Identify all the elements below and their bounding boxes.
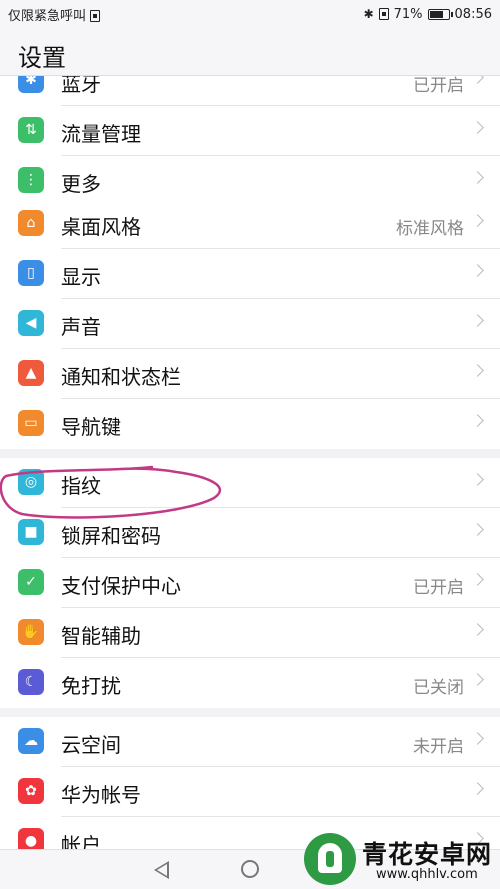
fingerprint-icon: ◎ — [18, 469, 44, 495]
settings-item-cloud[interactable]: ☁ 云空间 未开启 — [0, 717, 500, 767]
watermark-title: 青花安卓网 — [362, 840, 493, 869]
settings-item-label: 桌面风格 — [61, 215, 141, 239]
settings-item-bell[interactable]: ▲ 通知和状态栏 — [0, 349, 500, 399]
chevron-right-icon — [471, 414, 484, 427]
settings-item-lock[interactable]: ■ 锁屏和密码 — [0, 508, 500, 558]
settings-item-label: 免打扰 — [61, 674, 121, 698]
settings-item-value: 未开启 — [413, 737, 464, 757]
home-icon: ⌂ — [18, 210, 44, 236]
clock: 08:56 — [454, 6, 492, 22]
status-left: 仅限紧急呼叫 — [8, 5, 101, 24]
settings-list[interactable]: ✱ 蓝牙 已开启 ⇅ 流量管理 ⋮ 更多 ⌂ 桌面风格 标准风格 ▯ 显示 ◀ 声音 ▲ 通知和状态栏 ▭ 导航键… — [0, 76, 500, 849]
settings-item-value: 标准风格 — [396, 219, 464, 239]
more-dots-icon: ⋮ — [18, 167, 44, 193]
settings-item-label: 流量管理 — [61, 122, 141, 146]
back-icon[interactable] — [154, 861, 169, 879]
settings-item-home[interactable]: ⌂ 桌面风格 标准风格 — [0, 199, 500, 249]
chevron-right-icon — [471, 523, 484, 536]
settings-item-label: 锁屏和密码 — [61, 524, 161, 548]
settings-item-label: 通知和状态栏 — [61, 365, 181, 389]
chevron-right-icon — [471, 782, 484, 795]
cloud-icon: ☁ — [18, 728, 44, 754]
lock-icon: ■ — [18, 519, 44, 545]
settings-item-label: 导航键 — [61, 415, 121, 439]
status-bar: 仅限紧急呼叫 ✱ 71% 08:56 — [0, 0, 500, 28]
settings-item-display[interactable]: ▯ 显示 — [0, 249, 500, 299]
display-icon: ▯ — [18, 260, 44, 286]
settings-item-hand[interactable]: ✋ 智能辅助 — [0, 608, 500, 658]
watermark: 青花安卓网 www.qhhlv.com — [302, 831, 492, 887]
settings-item-label: 帐户 — [61, 833, 101, 849]
chevron-right-icon — [471, 623, 484, 636]
watermark-logo — [304, 833, 356, 885]
hand-icon: ✋ — [18, 619, 44, 645]
settings-item-huawei-logo[interactable]: ✿ 华为帐号 — [0, 767, 500, 817]
settings-item-value: 已关闭 — [413, 678, 464, 698]
battery-icon — [427, 8, 453, 20]
account-icon: ● — [18, 828, 44, 849]
chevron-right-icon — [471, 264, 484, 277]
chevron-right-icon — [471, 673, 484, 686]
settings-item-value: 已开启 — [413, 578, 464, 598]
data-usage-icon: ⇅ — [18, 117, 44, 143]
settings-item-bluetooth[interactable]: ✱ 蓝牙 已开启 — [0, 76, 500, 106]
chevron-right-icon — [471, 314, 484, 327]
settings-group: ◎ 指纹 ■ 锁屏和密码 ✓ 支付保护中心 已开启 ✋ 智能辅助 ☾ 免打扰 已关闭 — [0, 458, 500, 708]
settings-item-label: 云空间 — [61, 733, 121, 757]
settings-item-label: 显示 — [61, 265, 101, 289]
battery-percent: 71% — [393, 6, 423, 22]
settings-item-fingerprint[interactable]: ◎ 指纹 — [0, 458, 500, 508]
watermark-url: www.qhhlv.com — [376, 867, 478, 882]
chevron-right-icon — [471, 214, 484, 227]
settings-item-label: 支付保护中心 — [61, 574, 181, 598]
moon-icon: ☾ — [18, 669, 44, 695]
page-title: 设置 — [18, 44, 66, 72]
settings-group: ⌂ 桌面风格 标准风格 ▯ 显示 ◀ 声音 ▲ 通知和状态栏 ▭ 导航键 — [0, 199, 500, 449]
settings-item-value: 已开启 — [413, 76, 464, 96]
carrier-text: 仅限紧急呼叫 — [8, 8, 87, 24]
chevron-right-icon — [471, 732, 484, 745]
settings-item-label: 华为帐号 — [61, 783, 141, 807]
chevron-right-icon — [471, 121, 484, 134]
settings-item-label: 智能辅助 — [61, 624, 141, 648]
settings-item-moon[interactable]: ☾ 免打扰 已关闭 — [0, 658, 500, 708]
chevron-right-icon — [471, 573, 484, 586]
chevron-right-icon — [471, 364, 484, 377]
chevron-right-icon — [471, 76, 484, 84]
bell-icon: ▲ — [18, 360, 44, 386]
navigation-key-icon: ▭ — [18, 410, 44, 436]
settings-item-speaker[interactable]: ◀ 声音 — [0, 299, 500, 349]
chevron-right-icon — [471, 473, 484, 486]
settings-group: ✱ 蓝牙 已开启 ⇅ 流量管理 ⋮ 更多 — [0, 76, 500, 206]
vibrate-icon — [378, 8, 389, 20]
bluetooth-status-icon: ✱ — [363, 7, 374, 21]
home-button-icon[interactable] — [241, 860, 259, 878]
sim-icon — [90, 10, 101, 22]
settings-item-shield-check[interactable]: ✓ 支付保护中心 已开启 — [0, 558, 500, 608]
settings-item-label: 指纹 — [61, 474, 101, 498]
settings-item-label: 声音 — [61, 315, 101, 339]
settings-group: ☁ 云空间 未开启 ✿ 华为帐号 ● 帐户 — [0, 717, 500, 849]
huawei-logo-icon: ✿ — [18, 778, 44, 804]
shield-check-icon: ✓ — [18, 569, 44, 595]
settings-item-label: 蓝牙 — [61, 76, 101, 96]
speaker-icon: ◀ — [18, 310, 44, 336]
settings-item-data-usage[interactable]: ⇅ 流量管理 — [0, 106, 500, 156]
app-header: 设置 — [0, 28, 500, 76]
settings-item-navigation-key[interactable]: ▭ 导航键 — [0, 399, 500, 449]
chevron-right-icon — [471, 171, 484, 184]
bluetooth-icon: ✱ — [18, 76, 44, 93]
settings-item-label: 更多 — [61, 172, 101, 196]
status-right: ✱ 71% 08:56 — [364, 7, 492, 22]
